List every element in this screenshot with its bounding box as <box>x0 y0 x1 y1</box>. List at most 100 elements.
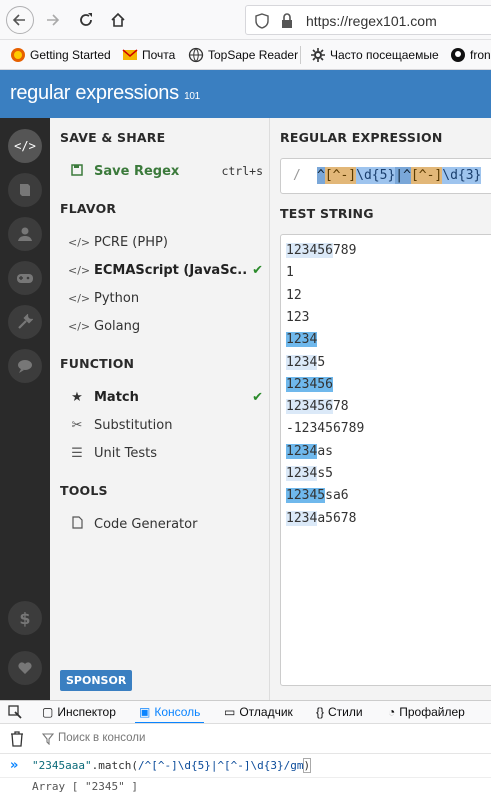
rail-account-button[interactable] <box>8 217 42 251</box>
trash-icon[interactable] <box>10 731 24 747</box>
back-button[interactable] <box>6 6 34 34</box>
match-highlight: 123456 <box>286 243 333 258</box>
save-regex-button[interactable]: Save Regex ctrl+s <box>68 160 263 182</box>
check-icon: ✔ <box>252 262 263 278</box>
regex-input[interactable]: / ^[^-]\d{5}|^[^-]\d{3} <box>280 158 491 194</box>
save-regex-label: Save Regex <box>94 163 180 179</box>
flavor-ecmascript[interactable]: </> ECMAScript (JavaSc... ✔ <box>68 259 263 281</box>
lock-icon[interactable] <box>280 13 294 29</box>
sponsor-badge[interactable]: SPONSOR <box>60 670 133 691</box>
bookmark-getting-started[interactable]: Getting Started <box>10 47 111 63</box>
rail-quiz-button[interactable] <box>8 261 42 295</box>
forward-button[interactable] <box>38 6 66 34</box>
tool-label: Code Generator <box>94 516 198 532</box>
tab-debugger[interactable]: ▭ Отладчик <box>224 705 293 719</box>
url-text: https://regex101.com <box>306 13 437 29</box>
flavor-pcre[interactable]: </> PCRE (PHP) <box>68 231 263 253</box>
function-label: Unit Tests <box>94 445 157 461</box>
bookmark-topsape[interactable]: TopSape Reader <box>188 47 298 63</box>
debugger-icon: ▭ <box>224 705 236 719</box>
code-icon: </> <box>68 291 91 305</box>
element-picker-button[interactable] <box>8 705 22 719</box>
devtools-tabs: ▢ Инспектор ▣ Консоль ▭ Отладчик {} Стил… <box>0 700 491 724</box>
section-title-tools: TOOLS <box>60 483 108 498</box>
console-filter-input[interactable]: Поиск в консоли <box>58 732 145 744</box>
home-icon <box>111 12 125 27</box>
tab-style-editor[interactable]: {} Стили <box>316 705 363 719</box>
github-icon <box>450 47 466 63</box>
reload-button[interactable] <box>72 6 100 34</box>
bookmark-fron[interactable]: fron <box>450 47 491 63</box>
console-input-line[interactable]: » "2345aaa".match(/^[^-]\d{5}|^[^-]\d{3}… <box>0 754 491 778</box>
bookmark-label: Getting Started <box>30 48 111 62</box>
section-title-function: FUNCTION <box>60 356 135 371</box>
function-unit-tests[interactable]: ☰ Unit Tests <box>68 442 263 464</box>
home-button[interactable] <box>104 6 132 34</box>
test-line: 12 <box>286 288 302 303</box>
bookmarks-bar: Getting Started Почта TopSape Reader Час… <box>0 40 491 70</box>
shield-icon[interactable] <box>254 13 270 29</box>
rail-library-button[interactable] <box>8 173 42 207</box>
heart-icon <box>18 662 32 674</box>
user-icon <box>18 227 32 241</box>
bookmark-label: fron <box>470 48 491 62</box>
match-highlight: 1234 <box>286 510 318 526</box>
mail-icon <box>122 47 138 63</box>
tab-label: Отладчик <box>239 705 293 719</box>
rail-editor-button[interactable]: </> <box>8 129 42 163</box>
match-highlight: 1234 <box>286 466 318 481</box>
back-arrow-icon <box>12 14 25 26</box>
chat-icon <box>18 360 32 373</box>
line-rest: 12 <box>286 287 302 303</box>
line-rest: 5 <box>317 354 326 370</box>
test-line: -123456789 <box>286 421 364 436</box>
match-highlight: 1234 <box>286 332 318 348</box>
section-title-flavor: FLAVOR <box>60 201 117 216</box>
save-icon <box>68 163 86 179</box>
bookmark-separator <box>300 46 301 64</box>
tab-console[interactable]: ▣ Консоль <box>134 705 205 723</box>
flavor-label: PCRE (PHP) <box>94 234 168 250</box>
function-substitution[interactable]: ✂ Substitution <box>68 414 263 436</box>
rail-sponsor-button[interactable] <box>8 651 42 685</box>
save-shortcut: ctrl+s <box>221 164 263 178</box>
flavor-python[interactable]: </> Python <box>68 287 263 309</box>
line-rest: 123 <box>286 309 310 325</box>
rail-donate-button[interactable]: $ <box>8 601 42 635</box>
line-rest: sa6 <box>325 488 349 504</box>
file-code-icon <box>68 516 86 532</box>
gamepad-icon <box>17 274 33 283</box>
tab-profiler[interactable]: ◔ Профайлер <box>388 705 465 719</box>
main-panel: REGULAR EXPRESSION / ^[^-]\d{5}|^[^-]\d{… <box>270 118 491 700</box>
regex-tokens: ^[^-]\d{5}|^[^-]\d{3} <box>317 167 482 184</box>
test-line: 123 <box>286 310 309 325</box>
test-line: 123456789 <box>286 243 356 258</box>
close-paren: ) <box>302 758 312 773</box>
site-logo[interactable]: regular expressions 101 <box>10 82 200 105</box>
app-header: regular expressions 101 <box>0 70 491 118</box>
gear-icon <box>310 47 326 63</box>
match-highlight: 12345 <box>286 488 326 504</box>
function-match[interactable]: ★ Match ✔ <box>68 386 263 408</box>
flavor-golang[interactable]: </> Golang <box>68 315 263 337</box>
tool-code-generator[interactable]: Code Generator <box>68 513 263 535</box>
code-icon: </> <box>68 263 91 277</box>
tab-inspector[interactable]: ▢ Инспектор <box>42 705 116 719</box>
console-filter-bar: Поиск в консоли <box>0 724 491 754</box>
regex-token: \d{3} <box>442 167 482 184</box>
regex-token: [^-] <box>324 167 357 184</box>
test-line: 1234s5 <box>286 466 333 481</box>
bookmark-mail[interactable]: Почта <box>122 47 175 63</box>
sidebar-menu: SAVE & SHARE Save Regex ctrl+s FLAVOR </… <box>50 118 270 700</box>
test-string-input[interactable]: 123456789 1 12 123 1234 12345 123456 12345678 -1… <box>280 234 491 686</box>
rail-chat-button[interactable] <box>8 349 42 383</box>
test-line: 12345 <box>286 354 326 370</box>
test-line: 12345678 <box>286 399 349 415</box>
bookmark-frequent[interactable]: Часто посещаемые <box>310 47 439 63</box>
prompt-chevron-icon: » <box>10 758 19 773</box>
rail-settings-button[interactable] <box>8 305 42 339</box>
line-rest: s5 <box>317 466 333 481</box>
test-line: 1234 <box>286 332 318 348</box>
function-label: Match <box>94 389 139 405</box>
url-bar[interactable]: https://regex101.com <box>245 5 491 35</box>
